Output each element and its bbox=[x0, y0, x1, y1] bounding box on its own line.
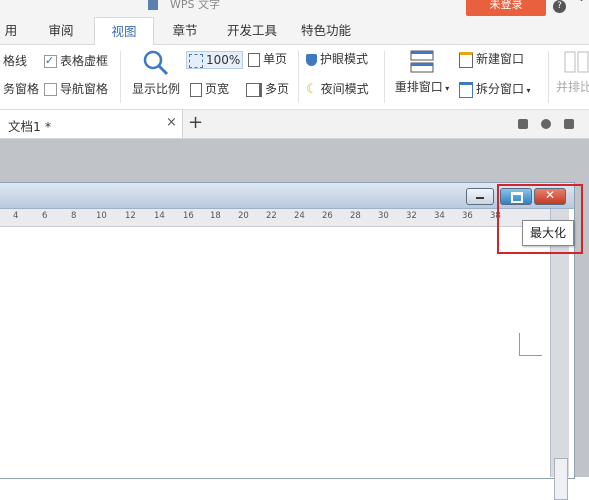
app-logo-icon bbox=[148, 0, 158, 10]
multi-page-label: 多页 bbox=[265, 82, 290, 96]
minimize-button[interactable] bbox=[466, 188, 494, 205]
app-title: WPS 文字 bbox=[148, 0, 220, 12]
ruler-tick: 6 bbox=[42, 211, 48, 221]
multi-page-icon bbox=[246, 82, 262, 97]
ruler-tick: 26 bbox=[322, 211, 333, 221]
ribbon-tabs: 用 审阅 视图 章节 开发工具 特色功能 bbox=[0, 17, 589, 46]
nav-pane-checkbox[interactable]: 导航窗格 bbox=[44, 81, 108, 97]
single-page-button[interactable]: 单页 bbox=[248, 51, 287, 67]
close-tab-icon[interactable]: × bbox=[166, 115, 177, 130]
checkbox-checked-icon bbox=[44, 53, 57, 69]
page-width-label: 页宽 bbox=[205, 82, 230, 96]
single-page-icon bbox=[248, 52, 260, 67]
zoom-100-icon bbox=[189, 53, 203, 68]
magnifier-icon bbox=[143, 50, 169, 76]
split-window-icon bbox=[459, 81, 473, 98]
tab-view[interactable]: 视图 bbox=[94, 17, 154, 46]
document-tab-label: 文档1 * bbox=[8, 119, 52, 134]
ruler-tick: 12 bbox=[125, 211, 136, 221]
eye-mode-button[interactable]: 护眼模式 bbox=[306, 51, 368, 67]
new-tab-button[interactable]: + bbox=[188, 112, 203, 133]
ruler-tick: 20 bbox=[238, 211, 249, 221]
ruler-tick: 30 bbox=[378, 211, 389, 221]
arrange-label: 重排窗口 bbox=[394, 80, 443, 94]
divider bbox=[384, 51, 385, 103]
cloud-icon[interactable] bbox=[541, 119, 551, 129]
side-by-side-icon bbox=[564, 51, 589, 73]
arrange-windows-button[interactable]: 重排窗口 ▾ bbox=[391, 49, 453, 105]
help-icon[interactable]: ? bbox=[553, 0, 566, 13]
ruler-tick: 34 bbox=[434, 211, 445, 221]
page-width-button[interactable]: 页宽 bbox=[190, 81, 229, 97]
divider bbox=[548, 51, 549, 103]
night-mode-label: 夜间模式 bbox=[320, 82, 369, 96]
side-by-side-label: 并排比 bbox=[556, 80, 589, 94]
side-by-side-button[interactable]: 并排比 bbox=[556, 51, 589, 105]
scrollbar-thumb[interactable] bbox=[554, 458, 568, 500]
ruler-tick: 8 bbox=[71, 211, 77, 221]
page-margin-corner bbox=[519, 333, 542, 356]
tab-features[interactable]: 特色功能 bbox=[294, 17, 358, 44]
app-title-text: WPS 文字 bbox=[170, 0, 220, 11]
menu-icon[interactable] bbox=[564, 119, 574, 129]
table-gridlines-label: 表格虚框 bbox=[60, 54, 109, 68]
ruler-tick: 32 bbox=[406, 211, 417, 221]
zoom-label: 显示比例 bbox=[131, 82, 180, 96]
document-tab-bar: 文档1 * × + bbox=[0, 110, 589, 139]
multi-page-button[interactable]: 多页 bbox=[246, 81, 289, 97]
gridlines-label: 格线 bbox=[3, 54, 28, 68]
eye-shield-icon bbox=[306, 53, 317, 66]
divider bbox=[298, 51, 299, 103]
document-window-titlebar: ✕ bbox=[0, 183, 574, 209]
task-pane-label: 务窗格 bbox=[3, 82, 40, 96]
ribbon-view: 格线 表格虚框 务窗格 导航窗格 显示比例 100% 页宽 单页 多页 护眼模式… bbox=[0, 45, 589, 110]
night-mode-button[interactable]: ☾ 夜间模式 bbox=[306, 81, 369, 98]
document-window: ✕ 4 6 8 10 12 14 16 18 20 22 24 26 28 30… bbox=[0, 182, 575, 500]
gridlines-option[interactable]: 格线 bbox=[3, 53, 27, 69]
zoom-100-button[interactable]: 100% bbox=[186, 51, 244, 69]
horizontal-ruler[interactable]: 4 6 8 10 12 14 16 18 20 22 24 26 28 30 3… bbox=[0, 209, 550, 227]
new-window-label: 新建窗口 bbox=[476, 52, 525, 66]
tab-reference[interactable]: 用 bbox=[0, 17, 22, 44]
moon-icon: ☾ bbox=[306, 81, 318, 97]
tab-chapter[interactable]: 章节 bbox=[162, 17, 208, 44]
more-icon[interactable]: ˇ bbox=[578, 0, 585, 13]
document-tab[interactable]: 文档1 * × bbox=[0, 110, 183, 138]
zoom-button[interactable]: 显示比例 bbox=[131, 49, 181, 105]
arrange-windows-icon bbox=[410, 50, 434, 73]
divider bbox=[120, 51, 121, 103]
zoom-value: 100% bbox=[206, 53, 241, 67]
split-window-label: 拆分窗口 bbox=[476, 82, 525, 96]
nav-pane-label: 导航窗格 bbox=[60, 82, 109, 96]
single-page-label: 单页 bbox=[263, 52, 288, 66]
ruler-tick: 18 bbox=[210, 211, 221, 221]
minimize-icon bbox=[476, 197, 484, 199]
tab-review[interactable]: 审阅 bbox=[38, 17, 84, 44]
new-window-button[interactable]: 新建窗口 bbox=[459, 51, 524, 68]
ruler-tick: 16 bbox=[183, 211, 194, 221]
ruler-tick: 36 bbox=[462, 211, 473, 221]
new-window-icon bbox=[459, 51, 473, 68]
task-pane-option[interactable]: 务窗格 bbox=[3, 81, 39, 97]
eye-mode-label: 护眼模式 bbox=[320, 52, 369, 66]
page-width-icon bbox=[190, 82, 202, 97]
view-icon[interactable] bbox=[518, 119, 528, 129]
ruler-tick: 14 bbox=[154, 211, 165, 221]
ruler-tick: 28 bbox=[350, 211, 361, 221]
login-button[interactable]: 未登录 bbox=[466, 0, 546, 16]
ruler-tick: 10 bbox=[96, 211, 107, 221]
split-window-button[interactable]: 拆分窗口 ▾ bbox=[459, 81, 531, 99]
table-gridlines-checkbox[interactable]: 表格虚框 bbox=[44, 53, 108, 69]
ruler-tick: 22 bbox=[266, 211, 277, 221]
checkbox-icon bbox=[44, 83, 57, 96]
ruler-tick: 4 bbox=[13, 211, 19, 221]
title-bar: WPS 文字 未登录 ? ˇ bbox=[0, 0, 589, 17]
maximize-tooltip: 最大化 bbox=[522, 220, 574, 246]
tab-developer[interactable]: 开发工具 bbox=[220, 17, 284, 44]
ruler-tick: 24 bbox=[294, 211, 305, 221]
